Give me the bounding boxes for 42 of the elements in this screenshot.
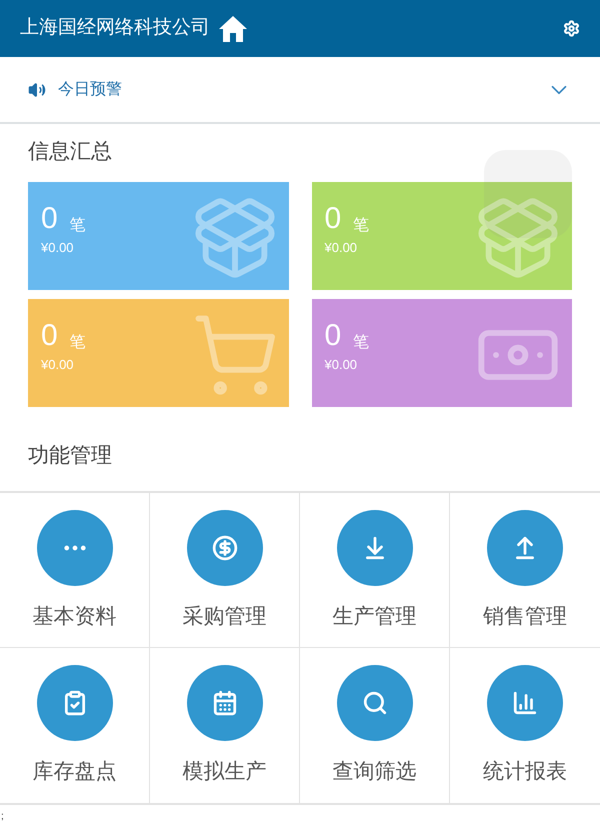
function-tile[interactable]: 销售管理 — [450, 493, 600, 648]
function-tile[interactable]: 基本资料 — [0, 493, 150, 648]
speaker-icon — [28, 80, 46, 98]
function-label: 模拟生产 — [182, 759, 266, 785]
function-tile[interactable]: 生产管理 — [300, 493, 450, 648]
stray-text: ; — [0, 810, 5, 824]
function-tile[interactable]: 模拟生产 — [150, 648, 300, 803]
card-unit: 笔 — [353, 334, 370, 350]
card-count: 0 — [41, 204, 58, 234]
section-title: 功能管理 — [28, 442, 113, 468]
function-tile[interactable]: 统计报表 — [450, 648, 600, 803]
section-title: 信息汇总 — [28, 139, 113, 165]
alert-bar[interactable]: 今日预警 — [0, 57, 600, 124]
card-amount: ¥0.00 — [41, 356, 75, 374]
card-count: 0 — [324, 320, 342, 350]
search-icon — [362, 690, 388, 716]
calendar-icon — [212, 690, 238, 716]
home-icon[interactable] — [218, 14, 248, 42]
card-amount: ¥0.00 — [324, 238, 358, 256]
card-unit: 笔 — [353, 218, 370, 234]
ellipsis-icon — [64, 545, 86, 551]
function-tile[interactable]: 采购管理 — [150, 493, 300, 648]
bar-chart-icon — [512, 690, 538, 716]
settings-icon[interactable] — [563, 20, 580, 37]
function-label: 统计报表 — [483, 759, 567, 785]
function-label: 查询筛选 — [332, 759, 416, 785]
function-label: 生产管理 — [332, 604, 416, 630]
card-amount: ¥0.00 — [41, 238, 75, 256]
app-title: 上海国经网络科技公司 — [20, 16, 210, 40]
card-unit: 笔 — [70, 334, 86, 350]
function-tile[interactable]: 库存盘点 — [0, 648, 150, 803]
alert-label: 今日预警 — [58, 80, 122, 100]
function-label: 基本资料 — [32, 604, 116, 630]
dollar-icon — [212, 535, 238, 561]
function-label: 销售管理 — [483, 604, 567, 630]
function-label: 采购管理 — [182, 604, 266, 630]
card-count: 0 — [41, 320, 58, 350]
card-unit: 笔 — [70, 218, 86, 234]
function-tile[interactable]: 查询筛选 — [300, 648, 450, 803]
card-count: 0 — [324, 204, 342, 234]
card-amount: ¥0.00 — [324, 356, 358, 374]
function-label: 库存盘点 — [32, 759, 116, 785]
